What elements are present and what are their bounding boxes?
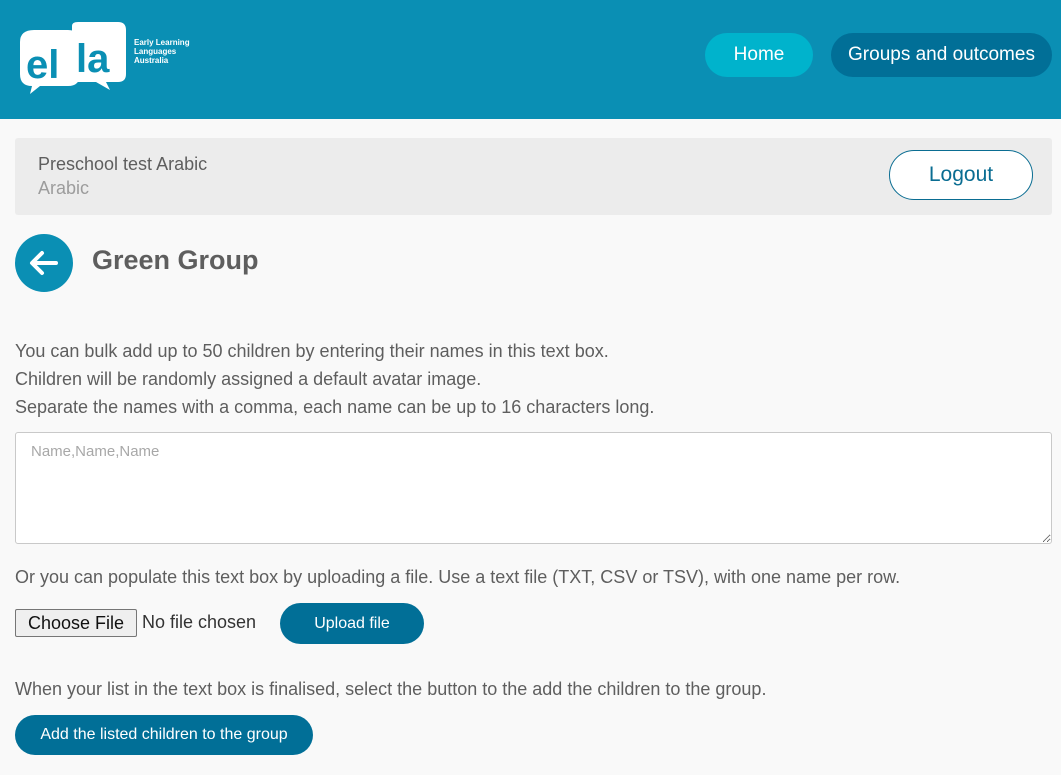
upload-instruction: Or you can populate this text box by upl… bbox=[15, 567, 901, 587]
back-button[interactable] bbox=[15, 234, 73, 292]
page-title: Green Group bbox=[92, 245, 259, 275]
ella-logo[interactable]: el la Early Learning Languages Australia bbox=[14, 22, 204, 97]
bulk-add-instruction-1: You can bulk add up to 50 children by en… bbox=[15, 341, 609, 361]
add-children-button[interactable]: Add the listed children to the group bbox=[15, 715, 313, 755]
logo-tagline: Early Learning Languages Australia bbox=[134, 38, 190, 65]
app-header: el la Early Learning Languages Australia… bbox=[0, 0, 1061, 119]
file-status: No file chosen bbox=[142, 612, 257, 632]
account-info-bar: Preschool test Arabic Arabic Logout bbox=[15, 138, 1052, 215]
choose-file-button[interactable]: Choose File bbox=[15, 609, 137, 637]
nav-groups-outcomes-button[interactable]: Groups and outcomes bbox=[831, 33, 1052, 77]
nav-home-button[interactable]: Home bbox=[705, 33, 813, 77]
school-name: Preschool test Arabic bbox=[38, 154, 208, 174]
arrow-left-icon bbox=[30, 251, 58, 275]
bulk-add-instruction-2: Children will be randomly assigned a def… bbox=[15, 369, 482, 389]
school-language: Arabic bbox=[38, 178, 90, 198]
speech-bubble-logo-icon: el la bbox=[20, 22, 126, 94]
logout-button[interactable]: Logout bbox=[889, 150, 1033, 200]
upload-file-button[interactable]: Upload file bbox=[280, 603, 424, 644]
children-names-input[interactable] bbox=[15, 432, 1052, 544]
bulk-add-instruction-3: Separate the names with a comma, each na… bbox=[15, 397, 655, 417]
svg-text:el: el bbox=[26, 43, 59, 87]
svg-text:la: la bbox=[76, 37, 110, 81]
finalise-instruction: When your list in the text box is finali… bbox=[15, 679, 767, 699]
